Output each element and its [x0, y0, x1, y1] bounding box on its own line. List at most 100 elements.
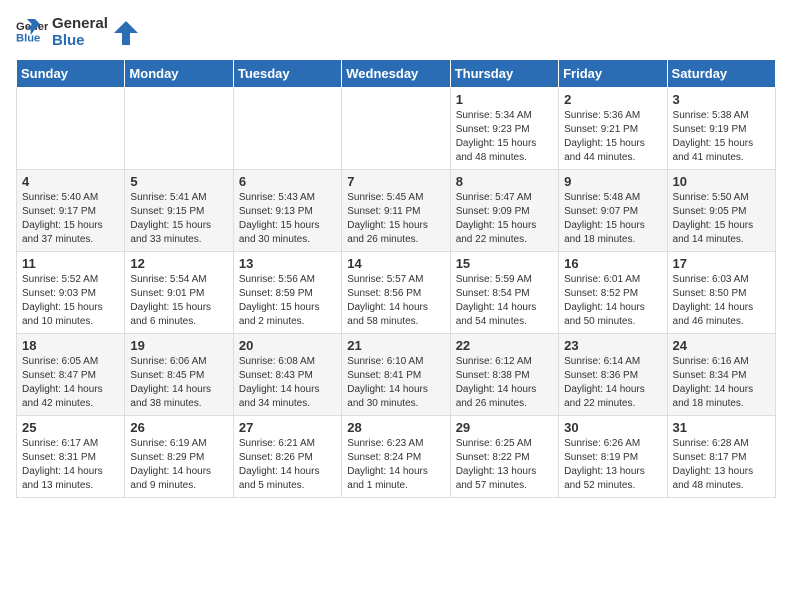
day-info: Sunrise: 5:38 AM Sunset: 9:19 PM Dayligh…	[673, 109, 770, 165]
day-number: 16	[564, 256, 661, 271]
logo-blue: Blue	[52, 33, 108, 50]
logo-arrow-icon	[112, 19, 140, 47]
day-info: Sunrise: 6:28 AM Sunset: 8:17 PM Dayligh…	[673, 437, 770, 493]
calendar-cell: 7 Sunrise: 5:45 AM Sunset: 9:11 PM Daylig…	[342, 170, 450, 252]
day-info: Sunrise: 5:52 AM Sunset: 9:03 PM Dayligh…	[22, 273, 119, 329]
calendar-cell: 22 Sunrise: 6:12 AM Sunset: 8:38 PM Dayli…	[450, 334, 558, 416]
day-info: Sunrise: 6:25 AM Sunset: 8:22 PM Dayligh…	[456, 437, 553, 493]
day-info: Sunrise: 6:16 AM Sunset: 8:34 PM Dayligh…	[673, 355, 770, 411]
day-number: 8	[456, 174, 553, 189]
day-number: 24	[673, 338, 770, 353]
day-info: Sunrise: 5:36 AM Sunset: 9:21 PM Dayligh…	[564, 109, 661, 165]
calendar-cell: 8 Sunrise: 5:47 AM Sunset: 9:09 PM Daylig…	[450, 170, 558, 252]
day-number: 12	[130, 256, 227, 271]
day-number: 4	[22, 174, 119, 189]
day-info: Sunrise: 6:17 AM Sunset: 8:31 PM Dayligh…	[22, 437, 119, 493]
day-number: 7	[347, 174, 444, 189]
calendar-cell: 29 Sunrise: 6:25 AM Sunset: 8:22 PM Dayli…	[450, 416, 558, 498]
calendar-cell: 13 Sunrise: 5:56 AM Sunset: 8:59 PM Dayli…	[233, 252, 341, 334]
calendar-cell: 25 Sunrise: 6:17 AM Sunset: 8:31 PM Dayli…	[17, 416, 125, 498]
day-info: Sunrise: 5:41 AM Sunset: 9:15 PM Dayligh…	[130, 191, 227, 247]
calendar-cell: 21Sunrise: 6:10 AM Sunset: 8:41 PM Dayli…	[342, 334, 450, 416]
day-info: Sunrise: 5:34 AM Sunset: 9:23 PM Dayligh…	[456, 109, 553, 165]
day-number: 27	[239, 420, 336, 435]
day-info: Sunrise: 6:14 AM Sunset: 8:36 PM Dayligh…	[564, 355, 661, 411]
weekday-wednesday: Wednesday	[342, 60, 450, 88]
day-info: Sunrise: 6:05 AM Sunset: 8:47 PM Dayligh…	[22, 355, 119, 411]
day-info: Sunrise: 6:21 AM Sunset: 8:26 PM Dayligh…	[239, 437, 336, 493]
calendar-cell: 28 Sunrise: 6:23 AM Sunset: 8:24 PM Dayli…	[342, 416, 450, 498]
weekday-tuesday: Tuesday	[233, 60, 341, 88]
calendar-cell: 1 Sunrise: 5:34 AM Sunset: 9:23 PM Daylig…	[450, 88, 558, 170]
calendar-cell: 3 Sunrise: 5:38 AM Sunset: 9:19 PM Daylig…	[667, 88, 775, 170]
calendar-cell: 24 Sunrise: 6:16 AM Sunset: 8:34 PM Dayli…	[667, 334, 775, 416]
day-number: 30	[564, 420, 661, 435]
day-number: 25	[22, 420, 119, 435]
calendar-cell: 15 Sunrise: 5:59 AM Sunset: 8:54 PM Dayli…	[450, 252, 558, 334]
weekday-sunday: Sunday	[17, 60, 125, 88]
day-info: Sunrise: 5:47 AM Sunset: 9:09 PM Dayligh…	[456, 191, 553, 247]
calendar-body: 1 Sunrise: 5:34 AM Sunset: 9:23 PM Daylig…	[17, 88, 776, 498]
week-row-3: 11Sunrise: 5:52 AM Sunset: 9:03 PM Dayli…	[17, 252, 776, 334]
day-number: 10	[673, 174, 770, 189]
day-number: 6	[239, 174, 336, 189]
day-info: Sunrise: 6:23 AM Sunset: 8:24 PM Dayligh…	[347, 437, 444, 493]
day-number: 9	[564, 174, 661, 189]
day-number: 17	[673, 256, 770, 271]
day-info: Sunrise: 5:59 AM Sunset: 8:54 PM Dayligh…	[456, 273, 553, 329]
day-info: Sunrise: 5:56 AM Sunset: 8:59 PM Dayligh…	[239, 273, 336, 329]
day-number: 5	[130, 174, 227, 189]
calendar-cell: 18 Sunrise: 6:05 AM Sunset: 8:47 PM Dayli…	[17, 334, 125, 416]
day-info: Sunrise: 6:08 AM Sunset: 8:43 PM Dayligh…	[239, 355, 336, 411]
calendar-table: SundayMondayTuesdayWednesdayThursdayFrid…	[16, 59, 776, 498]
calendar-cell: 27 Sunrise: 6:21 AM Sunset: 8:26 PM Dayli…	[233, 416, 341, 498]
day-info: Sunrise: 5:50 AM Sunset: 9:05 PM Dayligh…	[673, 191, 770, 247]
calendar-cell: 2 Sunrise: 5:36 AM Sunset: 9:21 PM Daylig…	[559, 88, 667, 170]
day-number: 18	[22, 338, 119, 353]
day-info: Sunrise: 5:40 AM Sunset: 9:17 PM Dayligh…	[22, 191, 119, 247]
day-info: Sunrise: 6:12 AM Sunset: 8:38 PM Dayligh…	[456, 355, 553, 411]
calendar-cell: 9 Sunrise: 5:48 AM Sunset: 9:07 PM Daylig…	[559, 170, 667, 252]
logo: General Blue General Blue	[16, 16, 140, 49]
calendar-cell	[342, 88, 450, 170]
day-info: Sunrise: 5:54 AM Sunset: 9:01 PM Dayligh…	[130, 273, 227, 329]
day-number: 1	[456, 92, 553, 107]
day-info: Sunrise: 6:26 AM Sunset: 8:19 PM Dayligh…	[564, 437, 661, 493]
calendar-cell	[233, 88, 341, 170]
calendar-cell: 16Sunrise: 6:01 AM Sunset: 8:52 PM Dayli…	[559, 252, 667, 334]
calendar-cell: 20Sunrise: 6:08 AM Sunset: 8:43 PM Dayli…	[233, 334, 341, 416]
calendar-cell: 14 Sunrise: 5:57 AM Sunset: 8:56 PM Dayli…	[342, 252, 450, 334]
calendar-cell: 10 Sunrise: 5:50 AM Sunset: 9:05 PM Dayli…	[667, 170, 775, 252]
day-number: 3	[673, 92, 770, 107]
calendar-cell: 5 Sunrise: 5:41 AM Sunset: 9:15 PM Daylig…	[125, 170, 233, 252]
day-info: Sunrise: 6:10 AM Sunset: 8:41 PM Dayligh…	[347, 355, 444, 411]
day-info: Sunrise: 5:45 AM Sunset: 9:11 PM Dayligh…	[347, 191, 444, 247]
weekday-header-row: SundayMondayTuesdayWednesdayThursdayFrid…	[17, 60, 776, 88]
weekday-monday: Monday	[125, 60, 233, 88]
day-number: 2	[564, 92, 661, 107]
logo-icon: General Blue	[16, 19, 48, 47]
day-number: 22	[456, 338, 553, 353]
calendar-cell: 6 Sunrise: 5:43 AM Sunset: 9:13 PM Daylig…	[233, 170, 341, 252]
day-info: Sunrise: 5:57 AM Sunset: 8:56 PM Dayligh…	[347, 273, 444, 329]
day-number: 14	[347, 256, 444, 271]
calendar-cell	[17, 88, 125, 170]
calendar-cell: 4 Sunrise: 5:40 AM Sunset: 9:17 PM Daylig…	[17, 170, 125, 252]
calendar-cell: 26Sunrise: 6:19 AM Sunset: 8:29 PM Dayli…	[125, 416, 233, 498]
day-number: 13	[239, 256, 336, 271]
day-info: Sunrise: 5:48 AM Sunset: 9:07 PM Dayligh…	[564, 191, 661, 247]
svg-text:Blue: Blue	[16, 32, 40, 44]
calendar-cell: 17 Sunrise: 6:03 AM Sunset: 8:50 PM Dayli…	[667, 252, 775, 334]
day-number: 29	[456, 420, 553, 435]
week-row-1: 1 Sunrise: 5:34 AM Sunset: 9:23 PM Daylig…	[17, 88, 776, 170]
day-number: 23	[564, 338, 661, 353]
weekday-thursday: Thursday	[450, 60, 558, 88]
calendar-cell: 11Sunrise: 5:52 AM Sunset: 9:03 PM Dayli…	[17, 252, 125, 334]
calendar-cell	[125, 88, 233, 170]
calendar-header: SundayMondayTuesdayWednesdayThursdayFrid…	[17, 60, 776, 88]
day-info: Sunrise: 6:03 AM Sunset: 8:50 PM Dayligh…	[673, 273, 770, 329]
day-number: 15	[456, 256, 553, 271]
week-row-2: 4 Sunrise: 5:40 AM Sunset: 9:17 PM Daylig…	[17, 170, 776, 252]
day-info: Sunrise: 5:43 AM Sunset: 9:13 PM Dayligh…	[239, 191, 336, 247]
day-number: 28	[347, 420, 444, 435]
